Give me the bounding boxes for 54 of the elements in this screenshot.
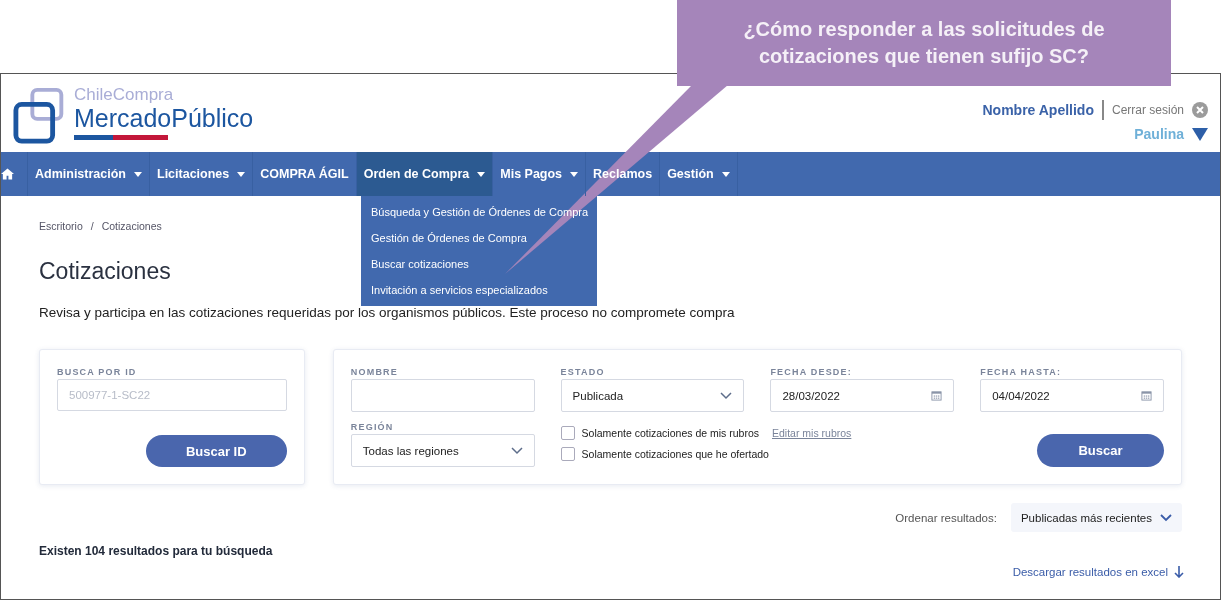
menu-item[interactable]: Buscar cotizaciones	[361, 252, 479, 278]
field-label: REGIÓN	[350, 422, 395, 432]
edit-link[interactable]: Editar mis rubros	[772, 427, 852, 439]
date-field[interactable]: 04/04/2022	[980, 379, 1164, 412]
page-title: Cotizaciones	[39, 258, 171, 285]
calendar-icon	[931, 390, 943, 401]
chevron-down-icon	[720, 391, 733, 400]
chevron-down-icon	[510, 446, 523, 455]
chevron-down-icon	[1160, 513, 1172, 522]
logo[interactable]: ChileCompra MercadoPúblico	[13, 86, 254, 145]
nav-tab[interactable]: Orden de Compra	[356, 152, 494, 196]
date-field[interactable]: 28/03/2022	[770, 379, 955, 412]
field-label: ESTADO	[560, 367, 606, 377]
search-id-button[interactable]: Buscar ID	[145, 435, 287, 467]
menu-item[interactable]: Búsqueda y Gestión de Órdenes de Compra	[361, 200, 599, 226]
results-count: Existen 104 resultados para tu búsqueda	[39, 544, 274, 558]
checkbox-label[interactable]: Solamente cotizaciones que he ofertado	[581, 448, 769, 460]
logout-link[interactable]: Cerrar sesión	[1111, 103, 1184, 117]
page-description: Revisa y participa en las cotizaciones requeridas por los organismos públicos. Este proceso no compromete compra	[39, 305, 735, 320]
breadcrumb-item: Cotizaciones	[101, 220, 162, 232]
checkbox-label[interactable]: Solamente cotizaciones de mis rubros	[581, 427, 759, 439]
logo-title: MercadoPúblico	[74, 104, 254, 132]
nav-tab[interactable]: COMPRA ÁGIL	[253, 152, 357, 196]
checkbox[interactable]	[560, 426, 575, 440]
nav-tab[interactable]: Administración	[28, 152, 150, 196]
field-label: FECHA HASTA:	[980, 367, 1063, 377]
checkbox[interactable]	[560, 447, 575, 461]
triangle-down-icon[interactable]	[1192, 127, 1208, 141]
arrow-down-icon	[1174, 566, 1184, 578]
field-label: BUSCA POR ID	[57, 367, 138, 377]
breadcrumb-separator: /	[90, 220, 94, 232]
close-icon[interactable]	[1192, 102, 1208, 118]
nav-tab[interactable]: Gestión	[660, 152, 738, 196]
breadcrumb-item[interactable]: Escritorio	[39, 220, 83, 232]
callout-text: cotizaciones que tienen sufijo SC?	[758, 44, 1090, 69]
menu-item[interactable]: Gestión de Órdenes de Compra	[361, 226, 537, 252]
logo-subtitle: ChileCompra	[74, 86, 174, 104]
input-field[interactable]: 500977-1-SC22	[57, 379, 287, 411]
search-button[interactable]: Buscar	[1037, 434, 1164, 467]
home-icon[interactable]	[1, 167, 14, 181]
sort-select[interactable]: Publicadas más recientes	[1010, 503, 1182, 532]
input-field[interactable]	[350, 379, 535, 412]
nav-tab[interactable]: Licitaciones	[150, 152, 254, 196]
callout-text: ¿Cómo responder a las solicitudes de	[743, 17, 1105, 42]
calendar-icon	[1141, 390, 1152, 401]
flag-stripe-icon	[74, 135, 168, 140]
download-link[interactable]: Descargar resultados en excel	[1012, 566, 1184, 578]
menu-item[interactable]: Invitación a servicios especializados	[361, 278, 558, 304]
field-label: FECHA DESDE:	[770, 367, 853, 377]
user-name[interactable]: Nombre Apellido	[982, 102, 1094, 118]
sort-label: Ordenar resultados:	[895, 511, 997, 524]
select-field[interactable]: Publicada	[560, 379, 745, 412]
select-field[interactable]: Todas las regiones	[350, 434, 535, 467]
field-label: NOMBRE	[350, 367, 399, 377]
